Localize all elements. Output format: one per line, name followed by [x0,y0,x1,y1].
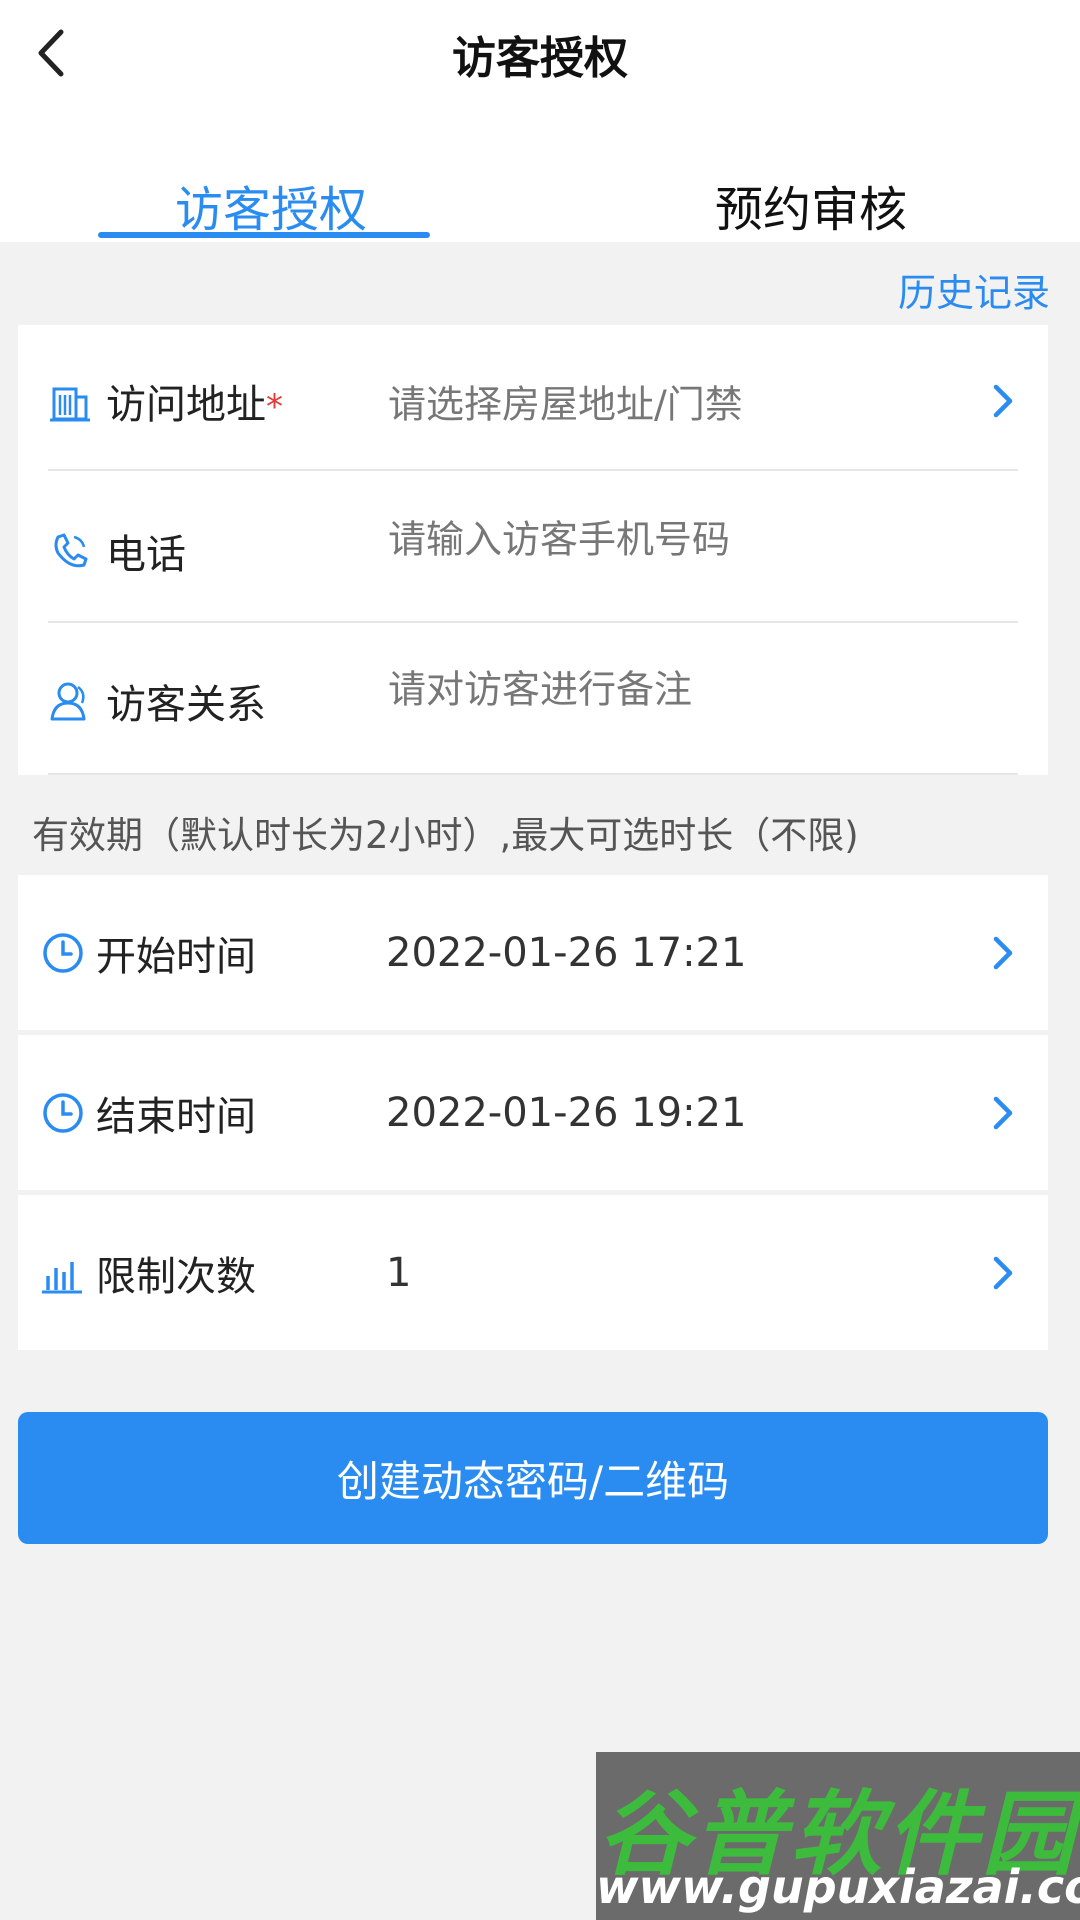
limit-count-row[interactable]: 限制次数 1 [18,1195,1048,1350]
phone-row[interactable]: 电话 请输入访客手机号码 [18,475,1048,627]
divider [48,773,1018,775]
address-row[interactable]: 访问地址* 请选择房屋地址/门禁 [18,325,1048,477]
limit-count-label: 限制次数 [96,1253,256,1300]
header: 访客授权 [0,0,1080,110]
end-time-row[interactable]: 结束时间 2022-01-26 19:21 [18,1035,1048,1190]
clock-icon [43,932,83,973]
history-link[interactable]: 历史记录 [898,262,1050,317]
start-time-row[interactable]: 开始时间 2022-01-26 17:21 [18,875,1048,1030]
chevron-right-icon [993,1256,1013,1289]
phone-input[interactable]: 请输入访客手机号码 [388,508,730,563]
chevron-right-icon [993,936,1013,969]
tab-bar: 访客授权 预约审核 [0,110,1080,242]
clock-icon [43,1092,83,1133]
tab-appointment-review[interactable]: 预约审核 [715,170,907,240]
bar-chart-icon [42,1261,82,1293]
time-settings-card: 开始时间 2022-01-26 17:21 结束时间 2022-01-26 19… [18,875,1048,1355]
watermark-url: www.gupuxiazai.com [596,1860,1080,1914]
chevron-right-icon [993,384,1013,418]
divider [48,469,1018,471]
chevron-right-icon [993,1096,1013,1129]
watermark-logo: 谷普软件园 www.gupuxiazai.com [596,1752,1080,1920]
end-time-label: 结束时间 [96,1093,256,1140]
start-time-label: 开始时间 [96,933,256,980]
visitor-info-card: 访问地址* 请选择房屋地址/门禁 电话 请输入访客手机号码 访客关系 请对访客进… [18,325,1048,775]
relation-input[interactable]: 请对访客进行备注 [388,658,692,713]
relation-row[interactable]: 访客关系 请对访客进行备注 [18,625,1048,777]
create-passcode-button[interactable]: 创建动态密码/二维码 [18,1412,1048,1544]
building-icon [50,387,90,422]
end-time-value: 2022-01-26 19:21 [386,1089,747,1136]
address-select-placeholder: 请选择房屋地址/门禁 [388,382,743,427]
relation-label: 访客关系 [106,682,266,728]
visitor-authorization-page: 访客授权 访客授权 预约审核 历史记录 访问地址* 请选择房屋地址/门禁 电话 … [0,0,1080,1920]
active-tab-indicator [98,232,430,238]
phone-label: 电话 [106,532,186,578]
address-label: 访问地址* [106,382,283,428]
divider [48,621,1018,623]
required-mark: * [266,387,283,427]
start-time-value: 2022-01-26 17:21 [386,929,747,976]
phone-icon [54,533,88,568]
page-title: 访客授权 [452,33,628,84]
validity-note: 有效期（默认时长为2小时）,最大可选时长（不限) [32,814,859,857]
limit-count-value: 1 [386,1249,412,1296]
tab-visitor-authorization[interactable]: 访客授权 [175,170,367,240]
user-icon [50,682,86,721]
